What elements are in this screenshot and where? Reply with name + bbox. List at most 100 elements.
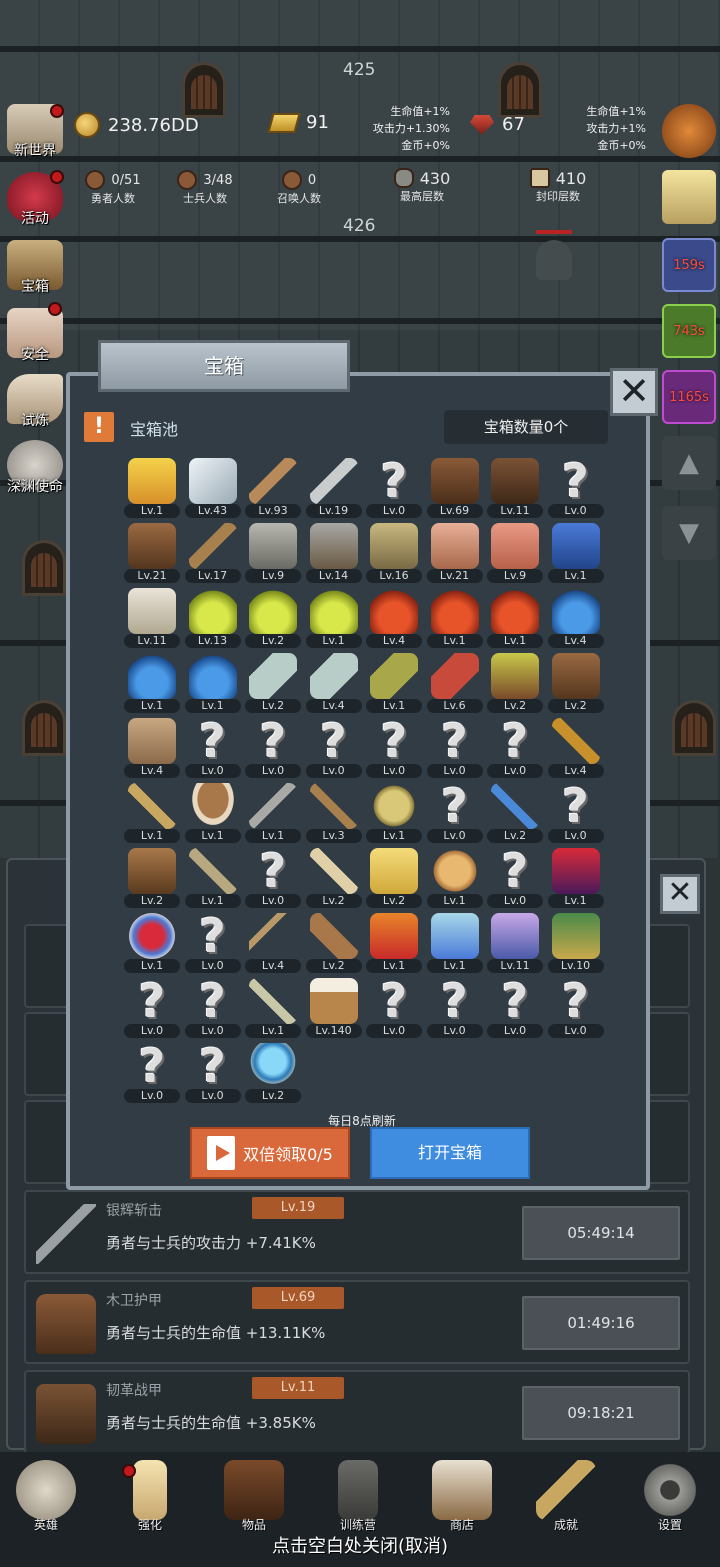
pool-item[interactable]: Lv.11 — [124, 586, 180, 648]
nav-achievement[interactable]: 成就 — [526, 1460, 606, 1533]
pool-item[interactable]: Lv.2 — [245, 1041, 301, 1103]
nav-items[interactable]: 物品 — [214, 1460, 294, 1533]
pool-item[interactable]: Lv.16 — [366, 521, 422, 583]
nav-training[interactable]: 训练营 — [318, 1460, 398, 1533]
pool-item[interactable]: Lv.1 — [245, 781, 301, 843]
pool-item[interactable]: Lv.1 — [366, 651, 422, 713]
pool-item[interactable]: Lv.13 — [184, 586, 241, 648]
pumpkin-button[interactable] — [662, 104, 716, 158]
pool-item[interactable]: ? Lv.0 — [184, 976, 241, 1038]
pool-item[interactable]: ? Lv.0 — [547, 456, 604, 518]
pool-item[interactable]: ? Lv.0 — [366, 456, 422, 518]
pool-item[interactable]: Lv.1 — [184, 781, 241, 843]
pool-item[interactable]: Lv.2 — [305, 911, 362, 973]
pool-item[interactable]: Lv.1 — [547, 521, 604, 583]
close-hint[interactable]: 点击空白处关闭(取消) — [0, 1532, 720, 1558]
pool-item[interactable]: Lv.1 — [487, 586, 543, 648]
pool-item[interactable]: Lv.1 — [124, 651, 180, 713]
pool-item[interactable]: Lv.17 — [184, 521, 241, 583]
pool-item[interactable]: Lv.21 — [124, 521, 180, 583]
scroll-up-button[interactable]: ▲ — [662, 436, 716, 490]
pool-item[interactable]: Lv.1 — [426, 911, 483, 973]
pool-item[interactable]: Lv.11 — [487, 456, 543, 518]
double-claim-button[interactable]: 双倍领取0/5 — [190, 1127, 350, 1179]
pool-item[interactable]: Lv.4 — [547, 586, 604, 648]
item-timer-button[interactable]: 09:18:21 — [522, 1386, 680, 1440]
pool-item[interactable]: Lv.1 — [184, 846, 241, 908]
panel-close-icon[interactable]: ✕ — [660, 874, 700, 914]
pool-item[interactable]: ? Lv.0 — [426, 976, 483, 1038]
pool-item[interactable]: Lv.3 — [305, 781, 362, 843]
pool-item[interactable]: Lv.1 — [426, 846, 483, 908]
pool-item[interactable]: Lv.2 — [245, 586, 301, 648]
pool-item[interactable]: Lv.4 — [547, 716, 604, 778]
pool-item[interactable]: ? Lv.0 — [366, 976, 422, 1038]
open-chest-button[interactable]: 打开宝箱 — [370, 1127, 530, 1179]
pool-item[interactable]: Lv.19 — [305, 456, 362, 518]
side-mail[interactable]: 安全 — [2, 308, 68, 364]
pool-item[interactable]: ? Lv.0 — [487, 846, 543, 908]
pool-item[interactable]: Lv.14 — [305, 521, 362, 583]
pool-item[interactable]: Lv.4 — [305, 651, 362, 713]
pool-item[interactable]: Lv.1 — [547, 846, 604, 908]
nav-settings[interactable]: 设置 — [630, 1460, 710, 1533]
pool-item[interactable]: Lv.1 — [245, 976, 301, 1038]
pool-item[interactable]: Lv.43 — [184, 456, 241, 518]
side-trial[interactable]: 试炼 — [2, 374, 68, 430]
pool-item[interactable]: ? Lv.0 — [245, 846, 301, 908]
pool-item[interactable]: ? Lv.0 — [547, 976, 604, 1038]
pool-item[interactable]: Lv.1 — [124, 911, 180, 973]
pool-item[interactable]: Lv.2 — [487, 781, 543, 843]
pool-item[interactable]: Lv.4 — [124, 716, 180, 778]
info-icon[interactable]: ! — [84, 412, 114, 442]
pool-item[interactable]: Lv.1 — [366, 781, 422, 843]
pool-item[interactable]: Lv.1 — [184, 651, 241, 713]
pool-item[interactable]: Lv.9 — [245, 521, 301, 583]
pool-item[interactable]: ? Lv.0 — [426, 781, 483, 843]
stat-value: 430 — [419, 168, 451, 188]
pool-item[interactable]: Lv.69 — [426, 456, 483, 518]
pool-item[interactable]: ? Lv.0 — [305, 716, 362, 778]
pool-item[interactable]: Lv.2 — [366, 846, 422, 908]
nav-hero[interactable]: 英雄 — [6, 1460, 86, 1533]
pool-item[interactable]: Lv.93 — [245, 456, 301, 518]
candle-button[interactable] — [662, 170, 716, 224]
pool-item[interactable]: Lv.1 — [305, 586, 362, 648]
pool-item[interactable]: Lv.2 — [124, 846, 180, 908]
pool-item[interactable]: ? Lv.0 — [366, 716, 422, 778]
pool-item[interactable]: Lv.2 — [245, 651, 301, 713]
side-abyss[interactable]: 深渊使命 — [2, 440, 68, 496]
pool-item[interactable]: Lv.2 — [305, 846, 362, 908]
pool-item[interactable]: ? Lv.0 — [426, 716, 483, 778]
pool-item[interactable]: Lv.1 — [426, 586, 483, 648]
item-timer-button[interactable]: 05:49:14 — [522, 1206, 680, 1260]
item-timer-button[interactable]: 01:49:16 — [522, 1296, 680, 1350]
pool-item[interactable]: Lv.21 — [426, 521, 483, 583]
pool-item[interactable]: ? Lv.0 — [184, 1041, 241, 1103]
pool-item[interactable]: Lv.2 — [547, 651, 604, 713]
pool-item[interactable]: Lv.6 — [426, 651, 483, 713]
pool-item[interactable]: Lv.4 — [366, 586, 422, 648]
pool-item[interactable]: Lv.1 — [124, 456, 180, 518]
pool-item[interactable]: ? Lv.0 — [124, 976, 180, 1038]
pool-item[interactable]: Lv.11 — [487, 911, 543, 973]
nav-shop[interactable]: 商店 — [422, 1460, 502, 1533]
pool-item[interactable]: ? Lv.0 — [184, 911, 241, 973]
pool-item[interactable]: Lv.1 — [124, 781, 180, 843]
pool-item[interactable]: Lv.140 — [305, 976, 362, 1038]
side-chest[interactable]: 宝箱 — [2, 240, 68, 296]
pool-item[interactable]: ? Lv.0 — [547, 781, 604, 843]
pool-item[interactable]: Lv.10 — [547, 911, 604, 973]
scroll-down-button[interactable]: ▼ — [662, 506, 716, 560]
pool-item[interactable]: Lv.4 — [245, 911, 301, 973]
pool-item[interactable]: ? Lv.0 — [184, 716, 241, 778]
pool-item[interactable]: Lv.9 — [487, 521, 543, 583]
dialog-close-icon[interactable]: ✕ — [610, 368, 658, 416]
pool-item-level: Lv.4 — [366, 634, 422, 648]
pool-item[interactable]: ? Lv.0 — [487, 976, 543, 1038]
pool-item[interactable]: ? Lv.0 — [245, 716, 301, 778]
pool-item[interactable]: Lv.1 — [366, 911, 422, 973]
pool-item[interactable]: ? Lv.0 — [124, 1041, 180, 1103]
pool-item[interactable]: ? Lv.0 — [487, 716, 543, 778]
pool-item[interactable]: Lv.2 — [487, 651, 543, 713]
